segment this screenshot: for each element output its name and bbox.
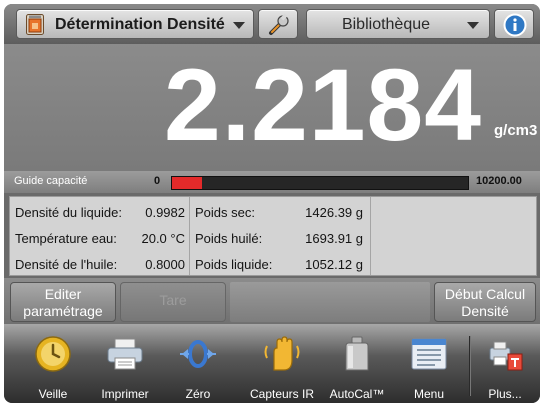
standby-icon: [35, 336, 71, 372]
nav-menu-label: Menu: [413, 387, 445, 401]
navigation-bar: Veille Imprimer Zéro Capteurs IR AutoCal…: [4, 324, 540, 403]
info-icon: [503, 13, 527, 37]
capacity-max: 10200.00: [476, 175, 522, 187]
liquid-weight-value: 1052.12 g: [305, 257, 363, 272]
balance-screen: Détermination Densité Bibliothèque 2.218…: [4, 4, 540, 403]
nav-autocal-label: AutoCal™: [329, 387, 385, 401]
tare-button[interactable]: Tare: [120, 282, 226, 322]
nav-ir-sensors[interactable]: Capteurs IR: [240, 324, 324, 403]
water-temperature-row: Température eau: 20.0 °C: [10, 225, 189, 250]
chevron-down-icon: [467, 22, 479, 29]
oiled-weight-value: 1693.91 g: [305, 231, 363, 246]
start-calc-line2: Densité: [461, 303, 509, 319]
capacity-guide: Guide capacité 0 10200.00: [4, 171, 540, 193]
nav-more[interactable]: Plus...: [474, 324, 536, 403]
action-spacer: [230, 282, 430, 322]
library-label: Bibliothèque: [341, 16, 431, 33]
weights-column: Poids sec: 1426.39 g Poids huilé: 1693.9…: [190, 197, 371, 275]
nav-menu[interactable]: Menu: [396, 324, 462, 403]
reading-unit: g/cm3: [494, 122, 538, 139]
dry-weight-label: Poids sec:: [195, 205, 255, 220]
info-panel: Densité du liquide: 0.9982 Température e…: [9, 196, 537, 276]
dry-weight-row: Poids sec: 1426.39 g: [190, 199, 370, 224]
nav-print[interactable]: Imprimer: [90, 324, 160, 403]
nav-standby[interactable]: Veille: [22, 324, 84, 403]
capacity-label: Guide capacité: [14, 175, 88, 187]
liquid-weight-label: Poids liquide:: [195, 257, 273, 272]
application-selector[interactable]: Détermination Densité: [16, 9, 254, 39]
settings-button[interactable]: [258, 9, 298, 39]
oil-density-row: Densité de l'huile: 0.8000: [10, 251, 189, 276]
action-row: Editer paramétrage Tare Début Calcul Den…: [4, 278, 540, 324]
library-selector[interactable]: Bibliothèque: [306, 9, 490, 39]
menu-icon: [411, 338, 447, 370]
edit-settings-button[interactable]: Editer paramétrage: [10, 282, 116, 322]
empty-info-column: [371, 197, 538, 275]
more-icon: [489, 341, 523, 371]
top-bar: Détermination Densité Bibliothèque: [4, 4, 540, 44]
application-title: Détermination Densité: [55, 16, 225, 33]
nav-ir-sensors-label: Capteurs IR: [249, 387, 315, 401]
water-temperature-value: 20.0 °C: [141, 231, 185, 246]
nav-more-label: Plus...: [488, 387, 522, 401]
dry-weight-value: 1426.39 g: [305, 205, 363, 220]
nav-print-label: Imprimer: [101, 387, 149, 401]
capacity-fill: [172, 177, 202, 189]
start-density-calc-button[interactable]: Début Calcul Densité: [434, 282, 536, 322]
reading-display: 2.2184 g/cm3: [4, 44, 540, 171]
oil-density-label: Densité de l'huile:: [15, 257, 118, 272]
capacity-min: 0: [154, 175, 161, 187]
nav-standby-label: Veille: [38, 387, 68, 401]
edit-settings-line1: Editer: [44, 286, 82, 302]
nav-autocal[interactable]: AutoCal™: [324, 324, 390, 403]
liquid-params-column: Densité du liquide: 0.9982 Température e…: [10, 197, 190, 275]
nav-zero-label: Zéro: [185, 387, 211, 401]
edit-settings-line2: paramétrage: [23, 303, 103, 319]
nav-separator: [469, 336, 471, 396]
oil-density-value: 0.8000: [145, 257, 185, 272]
start-calc-line1: Début Calcul: [444, 286, 526, 302]
liquid-density-value: 0.9982: [145, 205, 185, 220]
liquid-density-row: Densité du liquide: 0.9982: [10, 199, 189, 224]
chevron-down-icon: [233, 22, 245, 29]
ir-sensor-icon: [264, 336, 300, 371]
wrench-icon: [269, 13, 289, 35]
reading-value: 2.2184: [164, 48, 482, 162]
oiled-weight-label: Poids huilé:: [195, 231, 263, 246]
density-app-icon: [26, 14, 44, 35]
autocal-icon: [345, 336, 369, 371]
info-button[interactable]: [494, 9, 534, 39]
liquid-weight-row: Poids liquide: 1052.12 g: [190, 251, 370, 276]
zero-icon: [180, 340, 216, 368]
capacity-bar: [171, 176, 469, 190]
nav-zero[interactable]: Zéro: [168, 324, 228, 403]
printer-icon: [107, 338, 143, 370]
liquid-density-label: Densité du liquide:: [15, 205, 122, 220]
water-temperature-label: Température eau:: [15, 231, 117, 246]
oiled-weight-row: Poids huilé: 1693.91 g: [190, 225, 370, 250]
